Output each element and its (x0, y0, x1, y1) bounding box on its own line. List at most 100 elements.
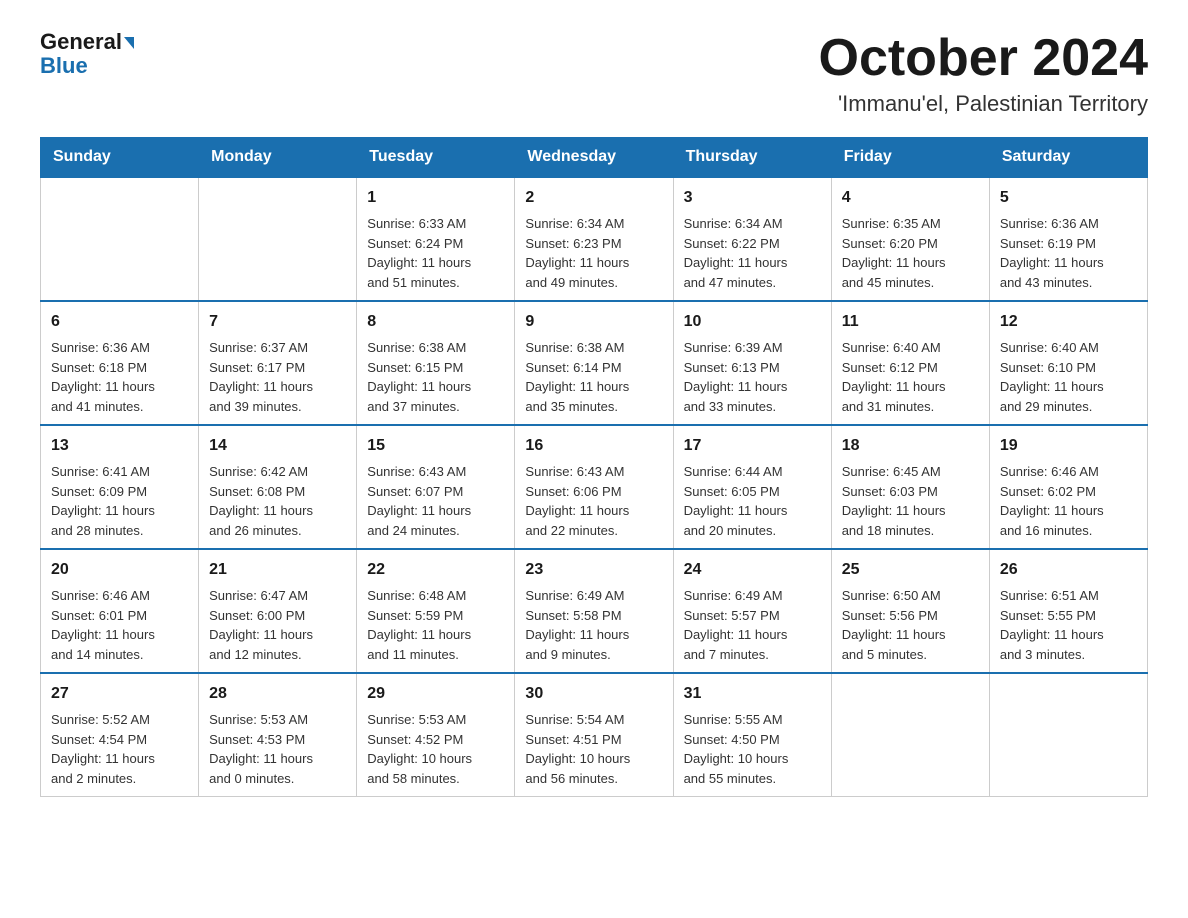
day-info-line: and 58 minutes. (367, 769, 504, 789)
day-info-line: and 43 minutes. (1000, 273, 1137, 293)
day-info-line: Sunset: 5:58 PM (525, 606, 662, 626)
day-info-line: Sunset: 6:09 PM (51, 482, 188, 502)
calendar-table: SundayMondayTuesdayWednesdayThursdayFrid… (40, 137, 1148, 797)
day-number: 23 (525, 558, 662, 582)
day-info-line: Sunset: 4:54 PM (51, 730, 188, 750)
calendar-cell (831, 673, 989, 797)
day-info-line: and 41 minutes. (51, 397, 188, 417)
calendar-cell: 6Sunrise: 6:36 AMSunset: 6:18 PMDaylight… (41, 301, 199, 425)
day-info-line: Sunrise: 5:53 AM (209, 710, 346, 730)
title-area: October 2024 'Immanu'el, Palestinian Ter… (819, 30, 1149, 117)
day-info-line: Daylight: 11 hours (684, 377, 821, 397)
day-info-line: and 47 minutes. (684, 273, 821, 293)
day-info-line: and 55 minutes. (684, 769, 821, 789)
day-info-line: Sunrise: 6:36 AM (1000, 214, 1137, 234)
day-number: 12 (1000, 310, 1137, 334)
day-number: 10 (684, 310, 821, 334)
calendar-cell: 11Sunrise: 6:40 AMSunset: 6:12 PMDayligh… (831, 301, 989, 425)
day-info-line: Daylight: 11 hours (209, 501, 346, 521)
day-info-line: Daylight: 10 hours (684, 749, 821, 769)
day-info-line: Sunset: 6:24 PM (367, 234, 504, 254)
day-number: 1 (367, 186, 504, 210)
day-info-line: Sunset: 6:01 PM (51, 606, 188, 626)
day-info-line: Daylight: 11 hours (51, 625, 188, 645)
day-info-line: Daylight: 11 hours (367, 253, 504, 273)
day-info-line: and 7 minutes. (684, 645, 821, 665)
day-info-line: Sunset: 6:20 PM (842, 234, 979, 254)
day-info-line: Sunset: 6:13 PM (684, 358, 821, 378)
week-row-1: 1Sunrise: 6:33 AMSunset: 6:24 PMDaylight… (41, 177, 1148, 301)
day-info-line: Sunset: 6:12 PM (842, 358, 979, 378)
calendar-cell: 12Sunrise: 6:40 AMSunset: 6:10 PMDayligh… (989, 301, 1147, 425)
day-info-line: Sunrise: 6:44 AM (684, 462, 821, 482)
day-number: 9 (525, 310, 662, 334)
day-info-line: and 16 minutes. (1000, 521, 1137, 541)
day-info-line: Sunset: 6:08 PM (209, 482, 346, 502)
calendar-cell (41, 177, 199, 301)
logo-general-text: General (40, 29, 122, 54)
calendar-cell: 24Sunrise: 6:49 AMSunset: 5:57 PMDayligh… (673, 549, 831, 673)
day-info-line: and 26 minutes. (209, 521, 346, 541)
day-number: 14 (209, 434, 346, 458)
calendar-cell: 27Sunrise: 5:52 AMSunset: 4:54 PMDayligh… (41, 673, 199, 797)
day-info-line: Sunrise: 6:49 AM (684, 586, 821, 606)
day-info-line: and 28 minutes. (51, 521, 188, 541)
day-info-line: Sunset: 6:15 PM (367, 358, 504, 378)
calendar-cell: 29Sunrise: 5:53 AMSunset: 4:52 PMDayligh… (357, 673, 515, 797)
week-row-5: 27Sunrise: 5:52 AMSunset: 4:54 PMDayligh… (41, 673, 1148, 797)
day-number: 15 (367, 434, 504, 458)
calendar-cell: 5Sunrise: 6:36 AMSunset: 6:19 PMDaylight… (989, 177, 1147, 301)
week-row-4: 20Sunrise: 6:46 AMSunset: 6:01 PMDayligh… (41, 549, 1148, 673)
day-info-line: and 0 minutes. (209, 769, 346, 789)
day-number: 22 (367, 558, 504, 582)
day-info-line: and 3 minutes. (1000, 645, 1137, 665)
calendar-cell: 8Sunrise: 6:38 AMSunset: 6:15 PMDaylight… (357, 301, 515, 425)
day-info-line: and 9 minutes. (525, 645, 662, 665)
day-number: 7 (209, 310, 346, 334)
day-number: 26 (1000, 558, 1137, 582)
weekday-header-tuesday: Tuesday (357, 138, 515, 178)
day-info-line: and 35 minutes. (525, 397, 662, 417)
day-info-line: Sunset: 6:10 PM (1000, 358, 1137, 378)
day-info-line: and 37 minutes. (367, 397, 504, 417)
day-number: 16 (525, 434, 662, 458)
day-info-line: Sunset: 6:22 PM (684, 234, 821, 254)
calendar-cell (199, 177, 357, 301)
calendar-cell (989, 673, 1147, 797)
day-info-line: Daylight: 11 hours (209, 749, 346, 769)
day-info-line: Daylight: 10 hours (525, 749, 662, 769)
day-info-line: Sunrise: 6:51 AM (1000, 586, 1137, 606)
day-info-line: and 22 minutes. (525, 521, 662, 541)
day-number: 6 (51, 310, 188, 334)
day-info-line: Daylight: 11 hours (367, 625, 504, 645)
day-info-line: Daylight: 10 hours (367, 749, 504, 769)
day-info-line: Daylight: 11 hours (684, 253, 821, 273)
day-info-line: Daylight: 11 hours (525, 501, 662, 521)
page-header: General Blue October 2024 'Immanu'el, Pa… (40, 30, 1148, 117)
day-info-line: and 20 minutes. (684, 521, 821, 541)
calendar-cell: 10Sunrise: 6:39 AMSunset: 6:13 PMDayligh… (673, 301, 831, 425)
day-number: 19 (1000, 434, 1137, 458)
weekday-header-wednesday: Wednesday (515, 138, 673, 178)
calendar-cell: 13Sunrise: 6:41 AMSunset: 6:09 PMDayligh… (41, 425, 199, 549)
day-number: 4 (842, 186, 979, 210)
day-info-line: Daylight: 11 hours (684, 501, 821, 521)
day-info-line: and 24 minutes. (367, 521, 504, 541)
day-info-line: and 31 minutes. (842, 397, 979, 417)
day-info-line: and 51 minutes. (367, 273, 504, 293)
weekday-header-thursday: Thursday (673, 138, 831, 178)
weekday-header-sunday: Sunday (41, 138, 199, 178)
day-info-line: Daylight: 11 hours (367, 377, 504, 397)
day-number: 2 (525, 186, 662, 210)
day-number: 5 (1000, 186, 1137, 210)
day-info-line: Daylight: 11 hours (842, 501, 979, 521)
day-info-line: Sunrise: 6:48 AM (367, 586, 504, 606)
day-number: 29 (367, 682, 504, 706)
day-number: 20 (51, 558, 188, 582)
calendar-cell: 7Sunrise: 6:37 AMSunset: 6:17 PMDaylight… (199, 301, 357, 425)
calendar-cell: 15Sunrise: 6:43 AMSunset: 6:07 PMDayligh… (357, 425, 515, 549)
day-info-line: Sunrise: 6:37 AM (209, 338, 346, 358)
day-info-line: Sunrise: 6:38 AM (525, 338, 662, 358)
day-number: 27 (51, 682, 188, 706)
day-number: 8 (367, 310, 504, 334)
